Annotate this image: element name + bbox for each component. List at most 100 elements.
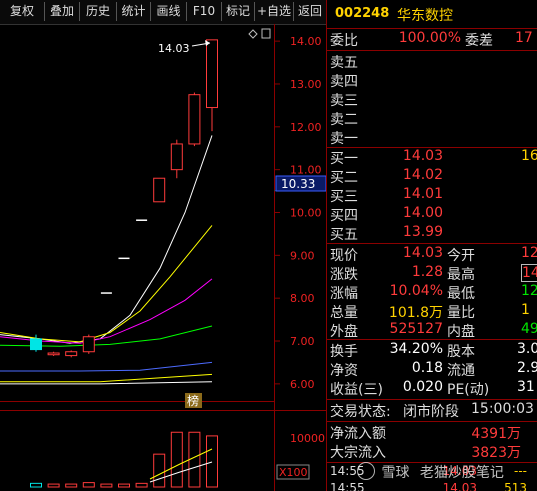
snowball-logo-icon xyxy=(357,462,375,480)
stat-label: 今开 xyxy=(447,248,475,264)
watermark-author: 老猫炒股笔记 xyxy=(419,465,504,481)
price-tick-label: 9.00 xyxy=(290,249,315,262)
stat-label: 涨幅 xyxy=(330,286,358,302)
volume-ma-line xyxy=(149,448,213,480)
square-icon[interactable] xyxy=(261,28,271,39)
volume-bar xyxy=(206,435,218,488)
stat-value: 0.18 xyxy=(411,360,443,376)
candle-body xyxy=(47,352,60,356)
kline-chart[interactable]: 14.00 13.00 12.00 11.00 10.00 9.00 8.00 7.00 6.0… xyxy=(0,24,326,491)
price-tick-label: 14.00 xyxy=(290,35,322,48)
candle-body xyxy=(65,351,78,357)
stock-terminal-window: 复权 叠加 历史 统计 画线 F10 标记 +自选 返回 14.00 13.00 1… xyxy=(0,0,537,491)
stat-value: 34.20% xyxy=(389,341,443,357)
buy-price: 13.99 xyxy=(402,224,443,240)
sell-level-label: 卖五 xyxy=(330,55,358,71)
stat-label: 流通 xyxy=(447,363,475,379)
stat-value: 10.04% xyxy=(389,283,443,299)
committee-diff-label: 委差 xyxy=(465,33,493,49)
buy-price: 14.00 xyxy=(402,205,443,221)
volume-bar xyxy=(135,482,148,488)
order-book-sell-row: 卖二 xyxy=(327,109,537,128)
stat-label: 总量 xyxy=(330,305,358,321)
volume-unit-label: X100 xyxy=(279,466,308,479)
order-book-buy-row: 买三 14.01 xyxy=(327,186,537,205)
fund-flow-label: 净流入额 xyxy=(330,426,386,442)
candle-body xyxy=(206,39,218,109)
quote-stat-row: 现价 14.03 今开 12 xyxy=(327,245,537,264)
add-watchlist-button[interactable]: +自选 xyxy=(255,2,294,21)
kline-chart-area[interactable]: 14.00 13.00 12.00 11.00 10.00 9.00 8.00 7.00 6.0… xyxy=(0,24,326,491)
candle-body xyxy=(188,94,201,145)
buy-price: 14.01 xyxy=(402,186,443,202)
stock-header: 002248 华东数控 xyxy=(327,0,537,29)
fund-flow-row: 净流入额 4391万 xyxy=(327,423,537,442)
stat-value: 525127 xyxy=(389,321,443,337)
history-button[interactable]: 历史 xyxy=(80,2,117,21)
order-book-sell-row: 卖五 xyxy=(327,52,537,71)
price-tick-label: 11.00 xyxy=(290,164,322,177)
statistics-button[interactable]: 统计 xyxy=(117,2,151,21)
volume-bar xyxy=(153,453,166,488)
stat-value: 0.020 xyxy=(402,379,443,395)
stat-value: 492 xyxy=(521,321,537,337)
stat-value: 12 xyxy=(521,283,537,299)
stat-value: 101.8万 xyxy=(388,305,443,321)
stat-value: 14.03 xyxy=(402,245,443,261)
stat-label: 最高 xyxy=(447,267,475,283)
ma10-line xyxy=(0,225,213,343)
price-tick-label: 10.00 xyxy=(290,207,322,220)
stat-value: 3.0 xyxy=(517,341,537,357)
quote-stat-row: 外盘 525127内盘 492 xyxy=(327,321,537,340)
buy-level-label: 买四 xyxy=(330,208,358,224)
price-tick-label: 13.00 xyxy=(290,78,322,91)
buy-price: 14.02 xyxy=(402,167,443,183)
price-tick-label: 7.00 xyxy=(290,335,315,348)
stat-label: 换手 xyxy=(330,344,358,360)
order-book-sell-row: 卖三 xyxy=(327,90,537,109)
watermark: 雪球 老猫炒股笔记 xyxy=(357,462,504,484)
order-book-sell-row: 卖四 xyxy=(327,71,537,90)
stat-value: 1 xyxy=(521,302,530,318)
f10-button[interactable]: F10 xyxy=(187,2,222,21)
stat-label: 现价 xyxy=(330,248,358,264)
buy-price: 14.03 xyxy=(402,148,443,164)
ma120-line xyxy=(0,373,213,383)
stat-label: 量比 xyxy=(447,305,475,321)
sell-level-label: 卖四 xyxy=(330,74,358,90)
restore-rights-button[interactable]: 复权 xyxy=(0,2,45,21)
ma60-line xyxy=(0,361,213,372)
price-tick-label: 12.00 xyxy=(290,121,322,134)
stat-label: 最低 xyxy=(447,286,475,302)
current-price-label: 10.33 xyxy=(281,177,315,191)
sell-level-label: 卖一 xyxy=(330,131,358,147)
overlay-button[interactable]: 叠加 xyxy=(45,2,80,21)
volume-tick-label: 10000 xyxy=(290,432,325,445)
trade-status-label: 交易状态: xyxy=(330,404,391,420)
draw-line-button[interactable]: 画线 xyxy=(151,2,187,21)
quote-panel: 002248 华东数控 委比 100.00% 委差 17 卖五 卖四 卖三 卖二 卖一 … xyxy=(326,0,537,491)
quote-stat-row: 收益(三) 0.020 PE(动) 31 xyxy=(327,379,537,398)
stat-label: 内盘 xyxy=(447,324,475,340)
ranking-tag-label[interactable]: 榜 xyxy=(187,393,199,408)
quote-stat-row: 净资 0.18 流通 2.9 xyxy=(327,360,537,379)
back-button[interactable]: 返回 xyxy=(294,2,326,21)
divider xyxy=(327,50,537,51)
watermark-brand: 雪球 xyxy=(381,465,410,481)
fund-flow-value: 4391万 xyxy=(471,426,521,442)
chart-toolbar: 复权 叠加 历史 统计 画线 F10 标记 +自选 返回 xyxy=(0,0,326,25)
committee-ratio-value: 100.00% xyxy=(398,30,461,46)
buy-level-label: 买三 xyxy=(330,189,358,205)
stat-label: 外盘 xyxy=(330,324,358,340)
volume-ma-line xyxy=(149,461,213,483)
volume-bar xyxy=(65,483,78,488)
committee-ratio-label: 委比 xyxy=(330,33,358,49)
order-book-buy-row: 买二 14.02 xyxy=(327,167,537,186)
fund-flow-row: 大宗流入 3823万 xyxy=(327,442,537,461)
committee-row: 委比 100.00% 委差 17 xyxy=(327,30,537,49)
buy-level-label: 买五 xyxy=(330,227,358,243)
mark-button[interactable]: 标记 xyxy=(222,2,255,21)
diamond-icon[interactable] xyxy=(248,29,258,39)
divider xyxy=(327,339,537,340)
stock-code: 002248 xyxy=(335,6,390,21)
